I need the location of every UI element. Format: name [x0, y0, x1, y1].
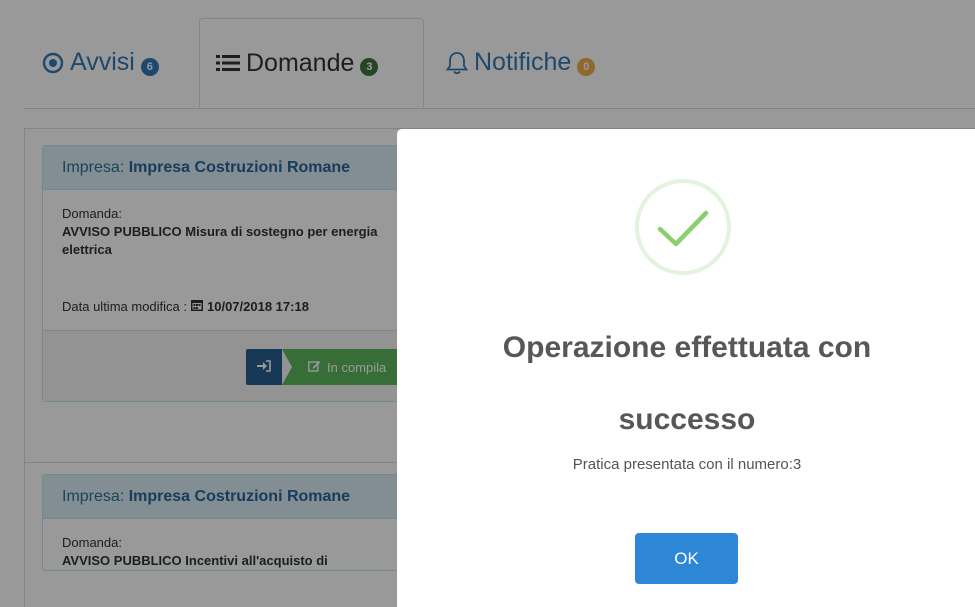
- success-check-icon: [634, 178, 732, 276]
- dialog-message: Pratica presentata con il numero:3: [572, 456, 802, 473]
- success-dialog: Operazione effettuata con successo Prati…: [397, 129, 975, 607]
- dialog-title-continued: successo: [618, 403, 756, 436]
- ok-button[interactable]: OK: [635, 533, 738, 584]
- dialog-title: Operazione effettuata con: [502, 331, 872, 364]
